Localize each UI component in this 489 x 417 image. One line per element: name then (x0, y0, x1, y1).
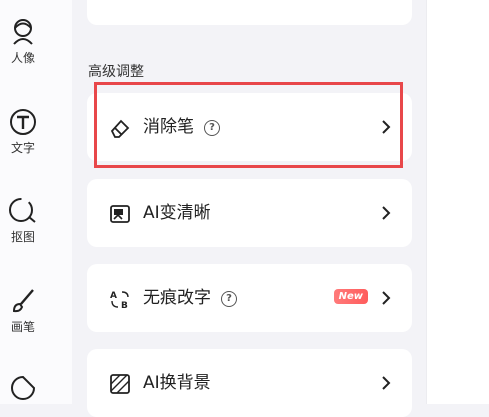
sidebar-item-label: 画笔 (10, 320, 35, 334)
tool-label: 消除笔 (143, 117, 194, 137)
sidebar-item-cutout[interactable]: 抠图 (0, 197, 46, 245)
brush-icon (12, 289, 34, 313)
tool-label: AI变清晰 (143, 203, 211, 223)
right-panel (426, 0, 489, 404)
tools-panel: 高级调整 消除笔? AI变清晰 A B 无痕改字? New AI换背景 (72, 0, 426, 417)
svg-text:A: A (110, 291, 117, 301)
tool-label: AI换背景 (143, 373, 211, 393)
background-replace-icon (110, 374, 130, 394)
tool-eraser[interactable]: 消除笔? (87, 93, 412, 161)
text-replace-icon: A B (110, 291, 129, 310)
sticker-icon (11, 375, 36, 400)
section-title: 高级调整 (88, 64, 144, 80)
help-icon[interactable]: ? (204, 120, 220, 136)
tool-ai-enhance[interactable]: AI变清晰 (87, 179, 412, 247)
new-badge: New (333, 289, 368, 304)
chevron-right-icon (382, 376, 391, 390)
chevron-right-icon (382, 206, 391, 220)
cutout-icon (9, 198, 36, 223)
chevron-right-icon (382, 291, 391, 305)
svg-text:B: B (121, 301, 128, 310)
sidebar-item-brush[interactable]: 画笔 (0, 287, 46, 335)
sidebar-item-label: 文字 (10, 141, 35, 155)
sidebar-item-text[interactable]: 文字 (0, 108, 46, 156)
sidebar-item-sticker[interactable] (0, 374, 46, 402)
sidebar-item-portrait[interactable]: 人像 (0, 16, 46, 66)
hd-icon (110, 205, 130, 223)
left-toolbar: 人像 文字 抠图 画笔 (0, 0, 73, 404)
previous-tool-card[interactable] (87, 0, 412, 25)
tool-label: 无痕改字 (143, 288, 211, 308)
tool-seamless-text-edit[interactable]: A B 无痕改字? New (87, 264, 412, 332)
text-icon (10, 109, 36, 135)
sidebar-item-label: 人像 (10, 51, 35, 65)
sidebar-item-label: 抠图 (10, 230, 35, 244)
chevron-right-icon (382, 120, 391, 134)
eraser-icon (110, 119, 130, 138)
help-icon[interactable]: ? (221, 291, 237, 307)
portrait-icon (13, 19, 33, 45)
tool-ai-background[interactable]: AI换背景 (87, 349, 412, 417)
